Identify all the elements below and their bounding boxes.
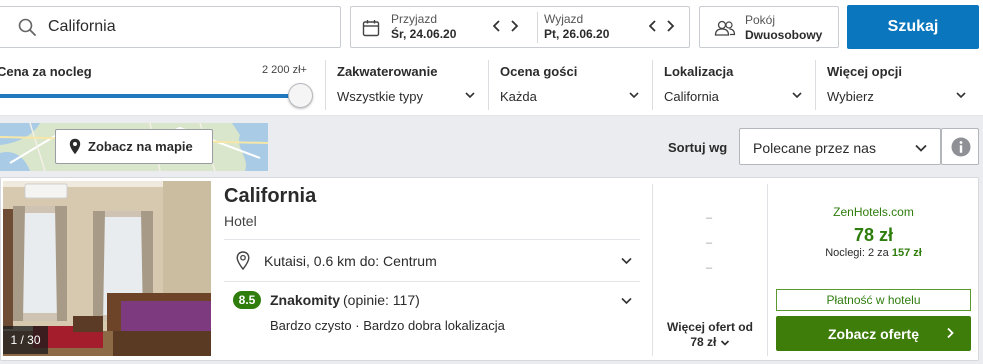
room-selector[interactable]: Pokój Dwuosobowy <box>699 6 839 48</box>
column-divider <box>767 184 768 356</box>
placeholder-dash: – <box>706 237 713 249</box>
photo-counter: 1 / 30 <box>3 326 48 354</box>
more-offers-price-line: 78 zł <box>655 335 765 350</box>
checkin-value: Śr, 24.06.20 <box>391 27 457 41</box>
filter-divider <box>815 60 816 110</box>
search-icon <box>18 18 36 36</box>
sort-dropdown[interactable]: Polecane przez nas <box>739 128 941 165</box>
deal-price: 78 zł <box>853 225 894 245</box>
filter-more-options[interactable]: Więcej opcji Wybierz <box>815 56 980 115</box>
review-highlights: Bardzo czysto · Bardzo dobra lokalizacja <box>270 318 505 333</box>
more-offers-price: 78 zł <box>690 335 717 349</box>
date-divider <box>537 12 538 43</box>
view-on-map-label: Zobacz na mapie <box>88 139 193 154</box>
checkin-group[interactable]: Przyjazd Śr, 24.06.20 <box>391 13 456 42</box>
review-count: (opinie: 117) <box>343 292 420 308</box>
sort-label: Sortuj wg <box>668 140 728 155</box>
filter-rating-title: Ocena gości <box>500 64 578 79</box>
nights-summary: Noclegi: 2 za 157 zł <box>776 247 971 259</box>
location-expand-chevron-icon[interactable] <box>620 254 633 267</box>
price-slider-track[interactable] <box>0 94 300 98</box>
filter-more-title: Więcej opcji <box>827 64 903 79</box>
chevron-right-icon <box>947 327 954 339</box>
checkout-label: Wyjazd <box>544 12 584 26</box>
checkout-arrows-icon[interactable] <box>648 19 675 33</box>
filter-guest-rating[interactable]: Ocena gości Każda <box>488 56 651 115</box>
view-deal-button[interactable]: Zobacz ofertę <box>776 316 971 351</box>
checkin-prev-next[interactable] <box>492 17 519 38</box>
search-button[interactable]: Szukaj <box>847 5 979 49</box>
nights-prefix: Noclegi: 2 za <box>825 247 889 259</box>
sort-info-button[interactable] <box>941 128 979 165</box>
checkout-prev-next[interactable] <box>648 17 675 38</box>
deal-provider[interactable]: ZenHotels.com <box>776 205 971 219</box>
placeholder-dash: – <box>706 262 713 274</box>
checkout-group[interactable]: Wyjazd Pt, 26.06.20 <box>544 13 609 42</box>
chevron-down-icon <box>915 144 927 152</box>
search-bar: California Przyjazd Śr, 24.06.20 Wyjazd … <box>0 0 983 56</box>
rooms-value: Dwuosobowy <box>745 28 823 42</box>
column-divider <box>652 184 653 356</box>
nights-total: 157 zł <box>891 247 922 259</box>
sort-value: Polecane przez nas <box>753 140 876 156</box>
filter-accommodation-title: Zakwaterowanie <box>337 64 438 79</box>
filter-more-value: Wybierz <box>827 89 874 104</box>
filter-accommodation-value: Wszystkie typy <box>337 89 423 104</box>
checkout-value: Pt, 26.06.20 <box>544 27 610 41</box>
hotel-type: Hotel <box>224 213 257 229</box>
price-filter-max: 2 200 zł+ <box>262 64 307 76</box>
filter-rating-value: Każda <box>500 89 537 104</box>
info-icon <box>951 137 971 157</box>
checkin-label: Przyjazd <box>391 12 438 26</box>
chevron-down-icon <box>956 92 966 99</box>
chevron-down-icon <box>720 340 729 346</box>
chevron-down-icon <box>465 92 475 99</box>
filter-divider <box>325 60 326 110</box>
chevron-down-icon <box>792 92 802 99</box>
hotel-location: Kutaisi, 0.6 km do: Centrum <box>264 253 437 269</box>
divider <box>224 281 640 282</box>
rating-score-badge: 8.5 <box>233 291 261 309</box>
price-filter-label: Cena za nocleg <box>0 64 92 79</box>
filter-accommodation[interactable]: Zakwaterowanie Wszystkie typy <box>325 56 487 115</box>
destination-search-field[interactable]: California <box>0 6 341 48</box>
filter-location[interactable]: Lokalizacja California <box>652 56 814 115</box>
view-deal-label: Zobacz ofertę <box>827 325 919 342</box>
price-slider-handle[interactable] <box>288 83 313 108</box>
filter-location-value: California <box>664 89 719 104</box>
hotel-name[interactable]: California <box>224 185 316 208</box>
location-pin-icon <box>236 251 250 270</box>
date-picker[interactable]: Przyjazd Śr, 24.06.20 Wyjazd Pt, 26.06.2… <box>350 6 690 48</box>
filter-bar: Cena za nocleg 2 200 zł+ Zakwaterowanie … <box>0 56 983 116</box>
view-on-map-button[interactable]: Zobacz na mapie <box>55 129 213 164</box>
filter-location-title: Lokalizacja <box>664 64 734 79</box>
divider <box>224 239 640 240</box>
more-offers-link[interactable]: Więcej ofert od 78 zł <box>655 320 765 350</box>
more-offers-line1: Więcej ofert od <box>667 320 753 334</box>
rating-expand-chevron-icon[interactable] <box>620 294 633 307</box>
chevron-down-icon <box>629 92 639 99</box>
checkin-arrows-icon[interactable] <box>492 19 519 33</box>
filter-divider <box>652 60 653 110</box>
placeholder-dash: – <box>706 212 713 224</box>
guests-icon <box>714 20 736 36</box>
rooms-label: Pokój <box>745 13 776 27</box>
rating-word: Znakomity <box>270 292 341 308</box>
filter-divider <box>488 60 489 110</box>
map-pin-icon <box>69 138 81 155</box>
pay-at-hotel-badge: Płatność w hotelu <box>776 289 971 311</box>
calendar-icon <box>362 20 380 37</box>
destination-value: California <box>48 18 116 35</box>
